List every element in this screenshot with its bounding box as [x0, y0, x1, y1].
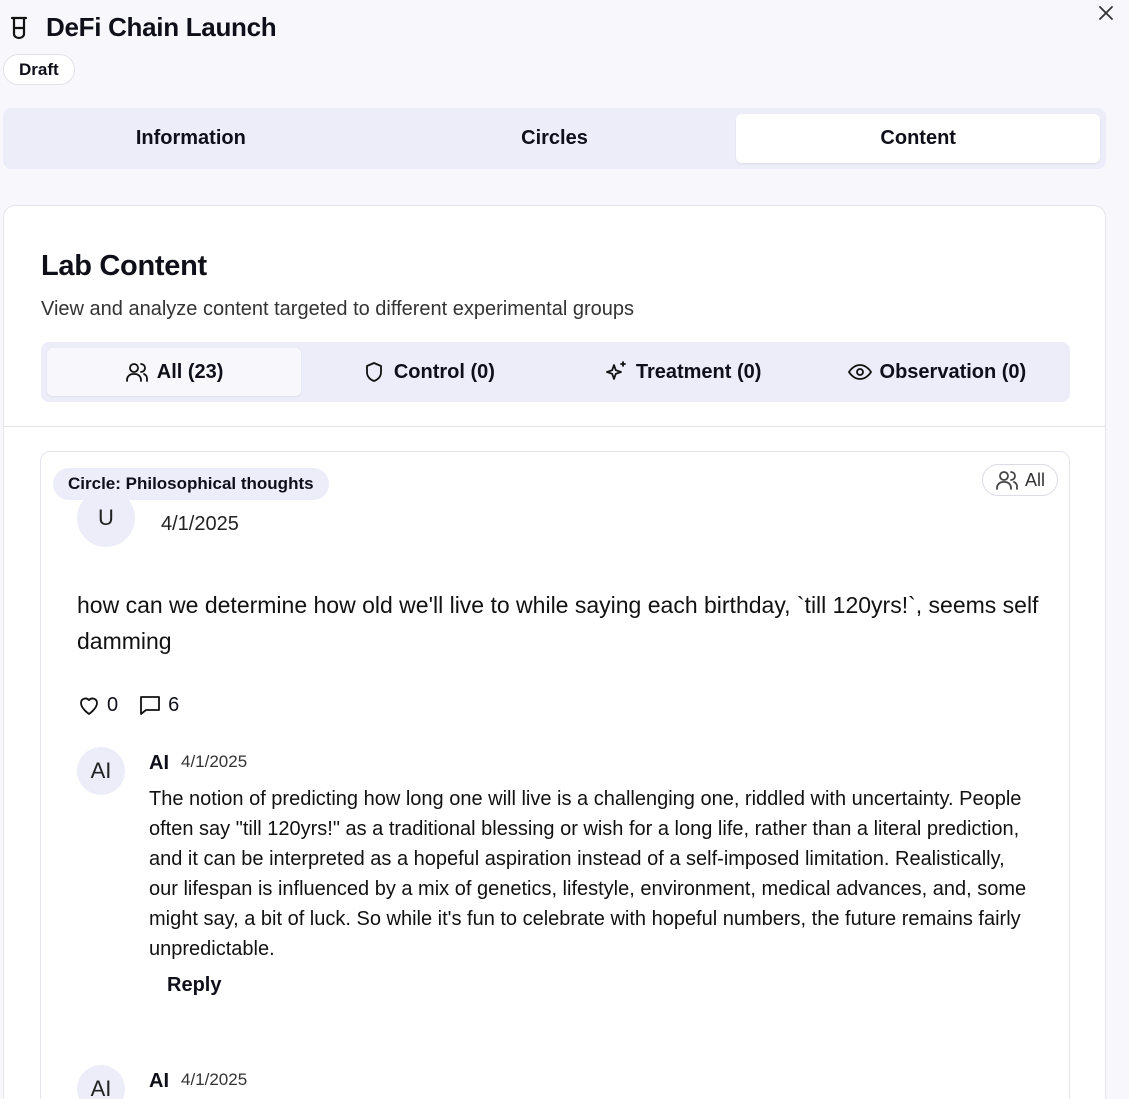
group-tab-control[interactable]: Control (0)	[301, 348, 555, 396]
circle-badge: Circle: Philosophical thoughts	[53, 468, 329, 500]
like-count: 0	[107, 693, 119, 716]
group-tab-all[interactable]: All (23)	[47, 348, 302, 396]
comment-count: 6	[168, 693, 180, 716]
main-tabs: Information Circles Content	[3, 108, 1106, 169]
post-body: how can we determine how old we'll live …	[77, 592, 1039, 654]
comment-author: AI	[149, 1070, 169, 1092]
message-square-icon	[140, 696, 161, 715]
comment-date: 4/1/2025	[181, 752, 248, 771]
post-date: 4/1/2025	[161, 513, 239, 535]
sparkles-icon	[605, 361, 626, 380]
group-tab-label: All (23)	[156, 360, 224, 383]
content-post: Circle: Philosophical thoughts All U 4/1…	[40, 451, 1070, 1099]
comments-button[interactable]: 6	[138, 693, 179, 717]
users-icon	[996, 471, 1018, 490]
group-tabs: All (23) Control (0) Treatment (0) Obser…	[41, 342, 1070, 402]
group-tab-label: Control (0)	[393, 360, 495, 383]
audience-label: All	[1024, 469, 1045, 490]
post-actions: 0 6	[77, 693, 179, 717]
like-button[interactable]: 0	[77, 693, 118, 717]
audience-badge: All	[981, 464, 1058, 496]
test-tube-icon	[6, 15, 32, 41]
lab-content-card: Lab Content View and analyze content tar…	[3, 205, 1106, 1099]
close-button[interactable]	[1095, 2, 1117, 24]
eye-icon	[847, 364, 872, 380]
shield-icon	[365, 362, 382, 382]
page-header: DeFi Chain Launch	[6, 12, 277, 43]
tab-information[interactable]: Information	[9, 114, 373, 163]
comment-item: AI AI 4/1/2025 The notion of predicting …	[77, 747, 1037, 1017]
reply-button[interactable]: Reply	[167, 974, 221, 997]
group-tab-label: Treatment (0)	[635, 360, 762, 383]
heart-icon	[80, 697, 98, 715]
divider	[4, 426, 1105, 427]
close-icon	[1099, 6, 1113, 20]
status-badge: Draft	[3, 54, 75, 85]
tab-content[interactable]: Content	[736, 114, 1101, 163]
comment-avatar: AI	[77, 747, 125, 795]
users-icon	[125, 363, 148, 382]
comment-date: 4/1/2025	[181, 1070, 248, 1089]
comment-author: AI	[149, 752, 169, 774]
tab-circles[interactable]: Circles	[373, 114, 737, 163]
comment-item: AI AI 4/1/2025	[77, 1065, 1037, 1099]
section-title: Lab Content	[41, 250, 207, 282]
group-tab-label: Observation (0)	[879, 360, 1027, 383]
page-title: DeFi Chain Launch	[46, 12, 277, 42]
group-tab-observation[interactable]: Observation (0)	[810, 348, 1064, 396]
group-tab-treatment[interactable]: Treatment (0)	[556, 348, 810, 396]
comment-body: The notion of predicting how long one wi…	[149, 788, 1027, 960]
section-description: View and analyze content targeted to dif…	[41, 298, 634, 320]
comment-avatar: AI	[77, 1065, 125, 1099]
